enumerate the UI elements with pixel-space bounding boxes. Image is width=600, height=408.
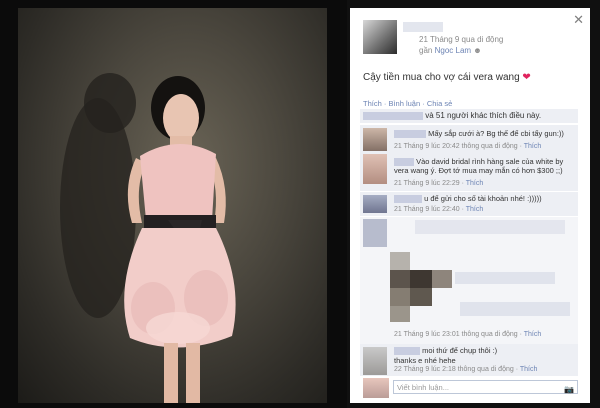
comment-text-reply: thanks e nhé hehe bbox=[394, 356, 456, 365]
likes-summary: và 51 người khác thích điều này. bbox=[360, 109, 578, 123]
comment-link[interactable]: Bình luận bbox=[388, 99, 420, 108]
comment-time[interactable]: 21 Tháng 9 lúc 20:42 thông qua di động bbox=[394, 143, 518, 150]
comment-body: moi thứ để chụp thôi :) bbox=[422, 346, 498, 355]
share-link[interactable]: Chia sẻ bbox=[427, 99, 452, 108]
camera-icon[interactable]: 📷 bbox=[564, 383, 574, 397]
comment-like-link[interactable]: Thích bbox=[466, 206, 484, 213]
commenter-avatar[interactable] bbox=[363, 347, 387, 375]
author-name-blurred[interactable] bbox=[403, 22, 443, 32]
comment-time[interactable]: 21 Tháng 9 lúc 22:29 bbox=[394, 180, 460, 187]
comment-text: moi thứ để chụp thôi :) bbox=[394, 346, 498, 356]
comment-like-link[interactable]: Thích bbox=[466, 180, 484, 187]
comment-item: u để gửi cho số tài khoản nhé! :))))) 21… bbox=[360, 192, 578, 216]
post-timestamp[interactable]: 21 Tháng 9 qua di động bbox=[419, 35, 503, 45]
commenter-name-blurred[interactable] bbox=[394, 195, 422, 204]
comment-text: Vào david bridal rình hàng sale của whit… bbox=[394, 157, 574, 175]
author-avatar[interactable] bbox=[363, 20, 397, 54]
likes-text[interactable]: và 51 người khác thích điều này. bbox=[425, 111, 541, 120]
current-user-avatar bbox=[363, 378, 389, 398]
commenter-name-blurred[interactable] bbox=[394, 347, 420, 356]
comment-like-link[interactable]: Thích bbox=[520, 366, 538, 373]
comment-meta: 21 Tháng 9 lúc 22:40 · Thích bbox=[394, 206, 484, 213]
comment-input-placeholder: Viết bình luận... bbox=[397, 383, 449, 392]
commenter-avatar[interactable] bbox=[363, 195, 387, 213]
post-side-panel: ✕ 21 Tháng 9 qua di động gần Ngoc Lam ☻ … bbox=[350, 8, 590, 403]
comment-like-link[interactable]: Thích bbox=[524, 143, 542, 150]
close-icon[interactable]: ✕ bbox=[573, 12, 584, 28]
comment-item: Vào david bridal rình hàng sale của whit… bbox=[360, 151, 578, 191]
comment-item: moi thứ để chụp thôi :) thanks e nhé heh… bbox=[360, 344, 578, 376]
comment-meta: 22 Tháng 9 lúc 2:18 thông qua di động · … bbox=[394, 366, 538, 373]
photo-viewer bbox=[0, 0, 347, 408]
privacy-icon: ☻ bbox=[473, 46, 482, 55]
location-link[interactable]: Ngoc Lam bbox=[435, 46, 471, 55]
post-caption: Cậy tiền mua cho vợ cái vera wang ❤ bbox=[363, 72, 531, 83]
post-photo[interactable] bbox=[18, 8, 327, 403]
comment-text: Mấy sắp cưới à? Bg thế để cbi tẩy gun:)) bbox=[394, 129, 564, 139]
comment-time[interactable]: 21 Tháng 9 lúc 22:40 bbox=[394, 206, 460, 213]
comment-time[interactable]: 22 Tháng 9 lúc 2:18 thông qua di động bbox=[394, 366, 514, 373]
comment-body: u để gửi cho số tài khoản nhé! :))))) bbox=[424, 194, 542, 203]
comment-like-link[interactable]: Thích bbox=[524, 331, 542, 338]
commenter-avatar[interactable] bbox=[363, 154, 387, 184]
comment-body: Vào david bridal rình hàng sale của whit… bbox=[394, 157, 564, 176]
comment-meta: 21 Tháng 9 lúc 20:42 thông qua di động ·… bbox=[394, 143, 542, 150]
comment-body: Mấy sắp cưới à? Bg thế để cbi tẩy gun:)) bbox=[428, 129, 564, 138]
comment-meta: 21 Tháng 9 lúc 22:29 · Thích bbox=[394, 180, 484, 187]
heart-icon: ❤ bbox=[522, 72, 531, 83]
comment-input[interactable]: Viết bình luận... 📷 bbox=[393, 380, 578, 394]
like-link[interactable]: Thích bbox=[363, 99, 382, 108]
caption-text: Cậy tiền mua cho vợ cái vera wang bbox=[363, 72, 520, 83]
commenter-name-blurred[interactable] bbox=[394, 158, 414, 167]
liker-names-blurred[interactable] bbox=[363, 111, 423, 120]
censored-comment-block bbox=[360, 217, 578, 330]
comment-meta: 21 Tháng 9 lúc 23:01 thông qua di động ·… bbox=[394, 331, 542, 338]
post-location: gần Ngoc Lam ☻ bbox=[419, 46, 482, 55]
commenter-name-blurred[interactable] bbox=[394, 130, 426, 139]
location-prefix: gần bbox=[419, 46, 433, 55]
comment-text: u để gửi cho số tài khoản nhé! :))))) bbox=[394, 194, 542, 204]
post-actions: Thích · Bình luận · Chia sẻ bbox=[363, 99, 453, 108]
comment-time[interactable]: 21 Tháng 9 lúc 23:01 thông qua di động bbox=[394, 331, 518, 338]
comment-item: 21 Tháng 9 lúc 23:01 thông qua di động ·… bbox=[360, 330, 578, 344]
